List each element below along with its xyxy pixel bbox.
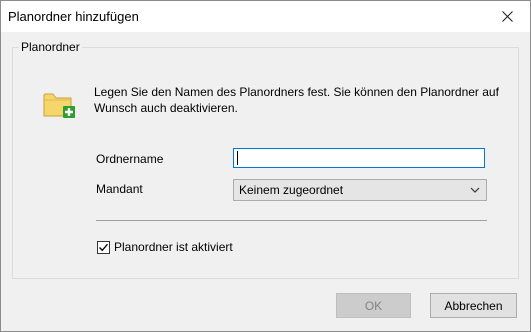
close-button[interactable]: [484, 1, 530, 32]
group-label: Planordner: [19, 40, 82, 54]
planordner-group: Planordner Legen Sie den Namen des Plano…: [12, 40, 519, 279]
mandant-select[interactable]: Keinem zugeordnet: [233, 179, 487, 201]
dialog-title: Planordner hinzufügen: [8, 9, 139, 24]
ordnername-input[interactable]: [233, 148, 485, 168]
mandant-selected-value: Keinem zugeordnet: [239, 183, 344, 197]
active-checkbox[interactable]: [97, 240, 110, 254]
chevron-down-icon: [470, 187, 480, 193]
active-checkbox-label: Planordner ist aktiviert: [114, 240, 233, 254]
dialog-window: Planordner hinzufügen Planordner Legen S…: [0, 0, 531, 332]
ordnername-label: Ordnername: [96, 152, 164, 166]
text-caret: [237, 151, 238, 165]
active-checkbox-row[interactable]: Planordner ist aktiviert: [97, 240, 233, 254]
title-bar: Planordner hinzufügen: [1, 1, 530, 32]
folder-add-icon: [43, 93, 75, 118]
separator: [96, 220, 487, 221]
close-icon: [501, 11, 513, 22]
ok-button[interactable]: OK: [336, 293, 411, 318]
cancel-button[interactable]: Abbrechen: [430, 293, 517, 318]
checkmark-icon: [99, 243, 109, 251]
description-text: Legen Sie den Namen des Planordners fest…: [94, 85, 499, 115]
mandant-label: Mandant: [96, 182, 143, 196]
